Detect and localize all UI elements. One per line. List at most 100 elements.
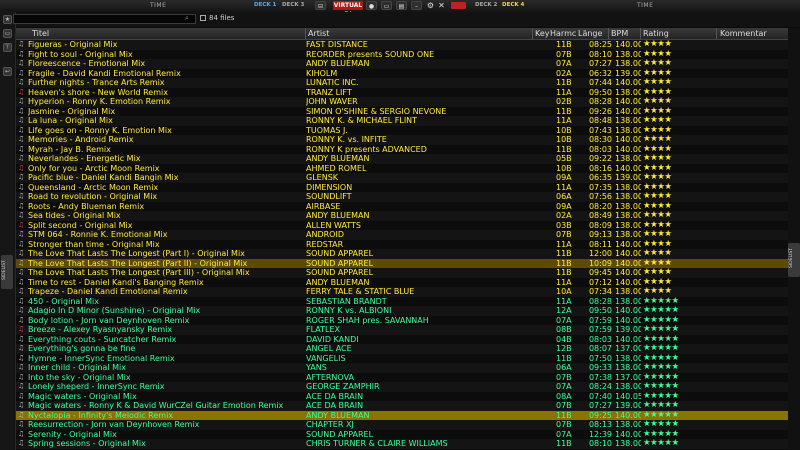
track-row[interactable]: ♫ The Love That Lasts The Longest (Part I…	[16, 249, 788, 259]
track-row[interactable]: ♫ Stronger than time - Original Mix REDSTA…	[16, 239, 788, 249]
track-row[interactable]: ♫ Spring sessions - Original Mix CHRIS TUR…	[16, 439, 788, 449]
track-row[interactable]: ♫ Fragile - David Kandi Emotional Remix KI…	[16, 68, 788, 79]
track-row[interactable]: ♫ STM 064 - Ronnie K. Emotional Mix ANDROI…	[16, 230, 788, 240]
star-icon[interactable]: ★	[3, 15, 12, 24]
track-row[interactable]: ♫ Everything's gonna be fine ANGEL ACE 12B 0…	[16, 344, 788, 354]
col-divider[interactable]	[640, 28, 641, 39]
chat-icon[interactable]: ▭	[3, 29, 12, 38]
track-rating-stars[interactable]: ★★★★	[643, 107, 723, 117]
track-rating-stars[interactable]: ★★★★★	[643, 401, 723, 411]
list-view-icon[interactable]	[200, 15, 206, 21]
track-rating-stars[interactable]: ★★★★★	[643, 373, 723, 383]
toggle-icon[interactable]: ⊟	[315, 1, 326, 10]
track-rating-stars[interactable]: ★★★★	[643, 211, 723, 221]
track-rating-stars[interactable]: ★★★★★	[643, 439, 723, 449]
track-rating-stars[interactable]: ★★★★★	[643, 392, 723, 402]
track-rating-stars[interactable]: ★★★★	[643, 78, 723, 88]
sidelist-tab-left[interactable]: SIDELIST	[1, 255, 13, 289]
track-rating-stars[interactable]: ★★★★	[643, 164, 723, 174]
col-title[interactable]: Titel	[32, 29, 49, 38]
track-row[interactable]: ♫ Life goes on - Ronny K. Emotion Mix TUOM…	[16, 125, 788, 136]
col-artist[interactable]: Artist	[308, 29, 329, 38]
track-rating-stars[interactable]: ★★★★	[643, 135, 723, 145]
track-rating-stars[interactable]: ★★★★★	[643, 297, 723, 307]
track-row[interactable]: ♫ La luna - Original Mix RONNY K. & MICHAE…	[16, 116, 788, 126]
track-row[interactable]: ♫ Pacific blue - Daniel Kandi Bangin Mix G…	[16, 173, 788, 183]
back-icon[interactable]: ↩	[3, 67, 12, 76]
screen-icon[interactable]: ▭	[381, 1, 392, 10]
layout-icon[interactable]: ▤	[396, 1, 407, 10]
deck-1-button[interactable]: DECK 1	[254, 2, 276, 8]
track-rating-stars[interactable]: ★★★★★	[643, 306, 723, 316]
track-row[interactable]: ♫ Serenity - Original Mix SOUND APPAREL 07A…	[16, 429, 788, 439]
track-rating-stars[interactable]: ★★★★	[643, 183, 723, 193]
col-divider[interactable]	[532, 28, 533, 39]
track-row[interactable]: ♫ Lonely sheperd - InnerSync Remix GEORGE …	[16, 382, 788, 392]
track-row[interactable]: ♫ Hyperion - Ronny K. Emotion Remix JOHN W…	[16, 97, 788, 107]
track-rating-stars[interactable]: ★★★★	[643, 97, 723, 107]
track-rating-stars[interactable]: ★★★★	[643, 40, 723, 50]
track-row[interactable]: ♫ 450 - Original Mix SEBASTIAN BRANDT 11A 08…	[16, 296, 788, 307]
col-length[interactable]: Länge	[578, 29, 602, 38]
track-row[interactable]: ♫ Into the sky - Original Mix AFTERNOVA 07B…	[16, 372, 788, 383]
vertical-scrollbar[interactable]: SIDELIST	[788, 28, 800, 450]
track-rating-stars[interactable]: ★★★★	[643, 192, 723, 202]
track-row[interactable]: ♫ Magic waters - Ronny K & David WurCZel …	[16, 401, 788, 411]
track-rating-stars[interactable]: ★★★★	[643, 59, 723, 69]
track-rating-stars[interactable]: ★★★★	[643, 230, 723, 240]
track-row[interactable]: ♫ Jasmine - Original Mix SIMON O'SHINE & S…	[16, 106, 788, 117]
track-rating-stars[interactable]: ★★★★	[643, 50, 723, 60]
track-row[interactable]: ♫ Hymne - InnerSync Emotional Remix VANGEL…	[16, 353, 788, 364]
track-rating-stars[interactable]: ★★★★	[643, 145, 723, 155]
track-row[interactable]: ♫ Body lotion - Jorn van Deynhoven Remix R…	[16, 315, 788, 326]
track-rating-stars[interactable]: ★★★★★	[643, 363, 723, 373]
track-row[interactable]: ♫ Roots - Andy Blueman Remix AIRBASE 09A 08:…	[16, 201, 788, 212]
track-rating-stars[interactable]: ★★★★	[643, 287, 723, 297]
search-input[interactable]	[13, 14, 196, 24]
record-icon[interactable]: ●	[366, 1, 377, 10]
track-rating-stars[interactable]: ★★★★★	[643, 411, 723, 421]
track-rating-stars[interactable]: ★★★★	[643, 126, 723, 136]
track-rating-stars[interactable]: ★★★★	[643, 259, 723, 269]
track-row[interactable]: ♫ Trapeze - Daniel Kandi Emotional Remix F…	[16, 287, 788, 297]
track-row[interactable]: ♫ Heaven's shore - New World Remix TRANZ L…	[16, 87, 788, 98]
track-row[interactable]: ♫ Only for you - Arctic Moon Remix AHMED R…	[16, 163, 788, 174]
sidelist-tab-right[interactable]: SIDELIST	[788, 243, 800, 277]
track-row[interactable]: ♫ Magic waters - Original Mix ACE DA BRAIN…	[16, 391, 788, 402]
track-rating-stars[interactable]: ★★★★	[643, 69, 723, 79]
col-comment[interactable]: Kommentar	[720, 29, 767, 38]
col-divider[interactable]	[608, 28, 609, 39]
search-icon[interactable]: ⌕	[185, 14, 189, 23]
track-rating-stars[interactable]: ★★★★★	[643, 354, 723, 364]
track-row[interactable]: ♫ Split second - Original Mix ALLEN WATTS 0…	[16, 220, 788, 231]
track-rating-stars[interactable]: ★★★★	[643, 221, 723, 231]
track-row[interactable]: ♫ Everything couts - Suncatcher Remix DAVI…	[16, 334, 788, 345]
track-rating-stars[interactable]: ★★★★	[643, 202, 723, 212]
col-divider[interactable]	[716, 28, 717, 39]
track-rating-stars[interactable]: ★★★★	[643, 268, 723, 278]
track-rating-stars[interactable]: ★★★★★	[643, 382, 723, 392]
col-divider[interactable]	[305, 28, 306, 39]
gear-icon[interactable]: ⚙	[425, 1, 436, 10]
track-rating-stars[interactable]: ★★★★★	[643, 316, 723, 326]
track-row[interactable]: ♫ Floreescence - Emotional Mix ANDY BLUEMA…	[16, 59, 788, 69]
track-row[interactable]: ♫ Reesurrection - Jorn van Deynhoven Remi…	[16, 420, 788, 430]
track-row[interactable]: ♫ Nyctalopia - Infinity's Melodic Remix AN…	[16, 410, 788, 421]
col-rating[interactable]: Rating	[643, 29, 669, 38]
track-rating-stars[interactable]: ★★★★	[643, 154, 723, 164]
track-row[interactable]: ♫ Adagio In D Minor (Sunshine) - Original…	[16, 306, 788, 316]
track-row[interactable]: ♫ Breeze - Alexey Ryasnyansky Remix FLATLE…	[16, 325, 788, 335]
filter-icon[interactable]: ⊤	[3, 43, 12, 52]
track-rating-stars[interactable]: ★★★★★	[643, 335, 723, 345]
track-row[interactable]: ♫ Queensland - Arctic Moon Remix DIMENSION…	[16, 182, 788, 193]
track-row[interactable]: ♫ Figueras - Original Mix FAST DISTANCE 11B…	[16, 40, 788, 50]
col-key[interactable]: Key	[535, 29, 550, 38]
track-row[interactable]: ♫ The Love That Lasts The Longest (Part I…	[16, 268, 788, 278]
deck-2-button[interactable]: DECK 2	[475, 2, 497, 8]
track-rating-stars[interactable]: ★★★★	[643, 249, 723, 259]
track-row[interactable]: ♫ Inner child - Original Mix YANS 06A 09:33 1…	[16, 363, 788, 373]
track-row[interactable]: ♫ Sea tides - Original Mix ANDY BLUEMAN 02A…	[16, 211, 788, 221]
track-rating-stars[interactable]: ★★★★	[643, 173, 723, 183]
deck-3-button[interactable]: DECK 3	[282, 2, 304, 8]
track-rating-stars[interactable]: ★★★★	[643, 88, 723, 98]
